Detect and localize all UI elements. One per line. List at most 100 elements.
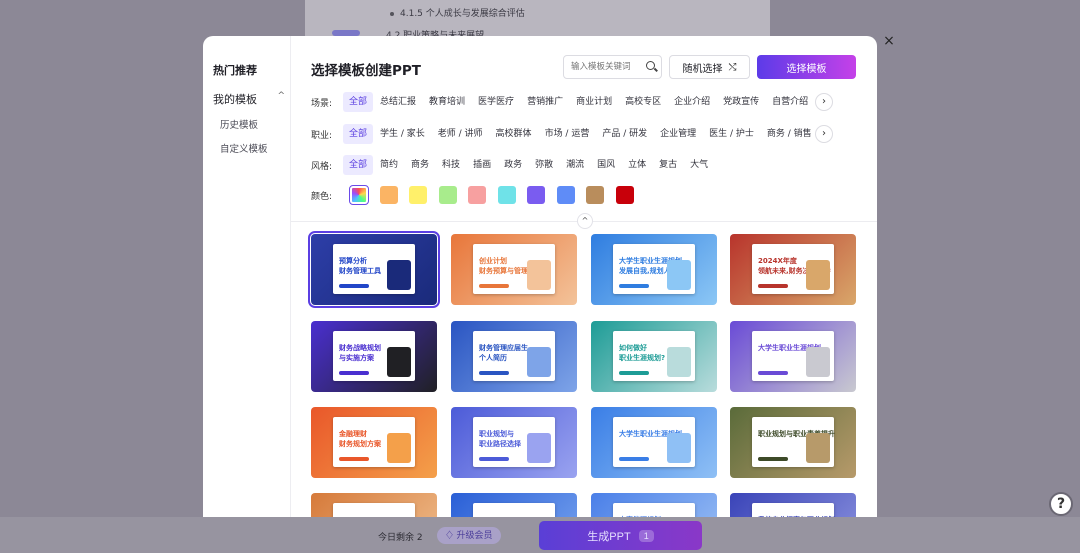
filter-chip-job[interactable]: 产品 / 研发 bbox=[596, 124, 653, 144]
template-title: 我的专业探索与职业规划 bbox=[758, 515, 835, 517]
filter-chip-scene[interactable]: 自营介绍 bbox=[766, 92, 814, 112]
color-swatch[interactable] bbox=[586, 186, 604, 204]
help-button[interactable]: ? bbox=[1049, 492, 1073, 516]
background-doc-line: 4.1.5 个人成长与发展综合评估 bbox=[390, 6, 525, 19]
generate-count-badge: 1 bbox=[638, 529, 654, 542]
template-accent-bar bbox=[339, 371, 369, 375]
template-card[interactable]: 财务管理应届生 个人简历 bbox=[451, 321, 577, 392]
generate-ppt-button[interactable]: 生成PPT 1 bbox=[539, 521, 702, 550]
filter-chip-job[interactable]: 商务 / 销售 bbox=[761, 124, 818, 144]
template-card[interactable]: 2024X年度 领航未来,财务决策支持 bbox=[730, 234, 856, 305]
template-title: 创业计划 bbox=[479, 257, 507, 265]
template-image bbox=[527, 260, 551, 290]
color-swatch[interactable] bbox=[349, 185, 369, 205]
filter-chip-scene[interactable]: 高校专区 bbox=[619, 92, 667, 112]
filter-chip-style[interactable]: 弥散 bbox=[529, 155, 559, 175]
color-swatch[interactable] bbox=[379, 186, 398, 204]
filter-chip-job[interactable]: 医生 / 护士 bbox=[703, 124, 760, 144]
filter-chip-style[interactable]: 简约 bbox=[374, 155, 404, 175]
color-swatch[interactable] bbox=[438, 186, 457, 204]
random-select-button[interactable]: 随机选择 ⤭ bbox=[669, 55, 750, 79]
template-card[interactable]: 我的专业探索与职业规划 bbox=[730, 493, 856, 517]
filter-label: 职业: bbox=[311, 130, 333, 141]
upgrade-button[interactable]: ♢ 升级会员 bbox=[437, 527, 501, 544]
sidebar-item-custom[interactable]: 自定义模板 bbox=[220, 141, 268, 155]
filter-chip-scene[interactable]: 医学医疗 bbox=[472, 92, 520, 112]
filter-chip-style[interactable]: 立体 bbox=[622, 155, 652, 175]
chevron-right-icon[interactable]: › bbox=[815, 125, 833, 143]
filter-chip-style[interactable]: 复古 bbox=[653, 155, 683, 175]
template-card[interactable]: 内容能源规划新员工职业规划 bbox=[591, 493, 717, 517]
template-card[interactable]: 预算分析 财务管理工具 bbox=[308, 231, 440, 308]
template-title: 内容能源规划 bbox=[619, 515, 661, 517]
template-sidebar: 热门推荐 我的模板 ^ 历史模板 自定义模板 bbox=[203, 36, 291, 517]
template-card[interactable] bbox=[311, 493, 437, 517]
template-subtitle: 职业路径选择 bbox=[479, 440, 521, 448]
filter-chip-style[interactable]: 全部 bbox=[343, 155, 374, 175]
template-card[interactable] bbox=[451, 493, 577, 517]
template-card[interactable]: 金融理财 财务规划方案 bbox=[311, 407, 437, 478]
template-title: 2024X年度 bbox=[758, 257, 797, 265]
color-swatch[interactable] bbox=[409, 186, 427, 204]
filter-chip-job[interactable]: 企业管理 bbox=[654, 124, 702, 144]
template-card[interactable]: 职业规划与职业素养提升 bbox=[730, 407, 856, 478]
filter-chip-scene[interactable]: 全部 bbox=[343, 92, 374, 112]
filter-chip-scene[interactable]: 总结汇报 bbox=[374, 92, 422, 112]
template-image bbox=[387, 260, 411, 290]
collapse-icon[interactable]: ^ bbox=[577, 213, 593, 229]
filter-chip-job[interactable]: 高校群体 bbox=[490, 124, 538, 144]
template-card[interactable]: 大学生职业生涯规划 bbox=[591, 407, 717, 478]
filter-chip-style[interactable]: 科技 bbox=[436, 155, 466, 175]
filter-chip-style[interactable]: 潮流 bbox=[560, 155, 590, 175]
select-template-button[interactable]: 选择模板 bbox=[757, 55, 856, 79]
filter-chip-scene[interactable]: 教育培训 bbox=[423, 92, 471, 112]
background-doc-line: 4.2 职业策略与未来展望 bbox=[386, 31, 485, 36]
filter-chip-style[interactable]: 插画 bbox=[467, 155, 497, 175]
template-accent-bar bbox=[619, 284, 649, 288]
template-card[interactable]: 大学生职业生涯规划 发展自我,规划人生 bbox=[591, 234, 717, 305]
filter-chip-style[interactable]: 政务 bbox=[498, 155, 528, 175]
filter-chip-scene[interactable]: 党政宣传 bbox=[717, 92, 765, 112]
color-swatch[interactable] bbox=[468, 186, 486, 204]
filter-chip-style[interactable]: 商务 bbox=[405, 155, 435, 175]
template-card[interactable]: 创业计划财务预算与管理 bbox=[451, 234, 577, 305]
generate-label: 生成PPT bbox=[587, 530, 631, 543]
template-card[interactable]: 如何做好 职业生涯规划? bbox=[591, 321, 717, 392]
filter-chip-job[interactable]: 老师 / 讲师 bbox=[432, 124, 489, 144]
filter-chip-scene[interactable]: 商业计划 bbox=[570, 92, 618, 112]
color-swatch[interactable] bbox=[615, 186, 634, 204]
sidebar-item-history[interactable]: 历史模板 bbox=[220, 117, 258, 131]
search-icon[interactable] bbox=[646, 61, 655, 70]
template-subtitle: 财务预算与管理 bbox=[479, 267, 528, 275]
filter-chip-job[interactable]: 全部 bbox=[343, 124, 374, 144]
template-accent-bar bbox=[339, 457, 369, 461]
sidebar-item-my-templates[interactable]: 我的模板 ^ bbox=[213, 91, 285, 107]
color-swatch[interactable] bbox=[527, 186, 545, 204]
filter-chip-style[interactable]: 国风 bbox=[591, 155, 621, 175]
template-accent-bar bbox=[758, 284, 788, 288]
template-card[interactable]: 职业规划与 职业路径选择 bbox=[451, 407, 577, 478]
template-accent-bar bbox=[758, 371, 788, 375]
sidebar-item-hot[interactable]: 热门推荐 bbox=[213, 62, 257, 78]
filter-chip-job[interactable]: 市场 / 运营 bbox=[539, 124, 596, 144]
filter-row-job: 职业: 全部 学生 / 家长 老师 / 讲师 高校群体 市场 / 运营 产品 / 研发 企业… bbox=[311, 124, 819, 144]
color-swatch[interactable] bbox=[556, 186, 575, 204]
template-image bbox=[806, 260, 830, 290]
shuffle-icon: ⤭ bbox=[728, 61, 737, 73]
template-thumbnail: 职业规划与职业素养提升 bbox=[752, 417, 835, 467]
template-card[interactable]: 大学生职业生涯规划 bbox=[730, 321, 856, 392]
color-swatch[interactable] bbox=[497, 186, 516, 204]
filter-chip-style[interactable]: 大气 bbox=[684, 155, 714, 175]
filter-chip-job[interactable]: 学生 / 家长 bbox=[374, 124, 431, 144]
template-modal: 热门推荐 我的模板 ^ 历史模板 自定义模板 选择模板创建PPT 随机选择 ⤭ … bbox=[203, 36, 877, 517]
template-card[interactable]: 财务战略规划 与实施方案 bbox=[311, 321, 437, 392]
chevron-right-icon[interactable]: › bbox=[815, 93, 833, 111]
template-subtitle: 财务管理工具 bbox=[339, 267, 381, 275]
filter-chip-scene[interactable]: 营销推广 bbox=[521, 92, 569, 112]
template-accent-bar bbox=[619, 371, 649, 375]
filter-chip-scene[interactable]: 企业介绍 bbox=[668, 92, 716, 112]
filter-label: 风格: bbox=[311, 161, 333, 172]
template-title: 金融理财 bbox=[339, 430, 367, 438]
close-icon[interactable]: × bbox=[882, 34, 896, 48]
template-thumbnail bbox=[333, 503, 415, 517]
